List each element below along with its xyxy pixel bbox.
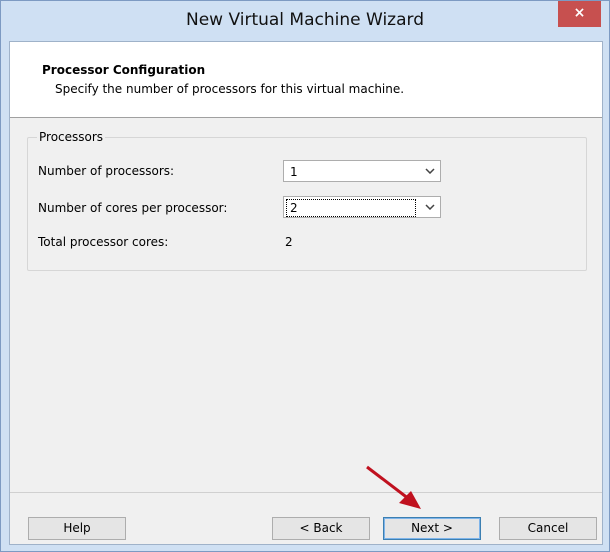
num-processors-value: 1 <box>290 165 298 179</box>
help-button[interactable]: Help <box>28 517 126 540</box>
chevron-down-icon[interactable] <box>420 161 440 181</box>
close-icon: × <box>573 5 586 21</box>
cores-per-processor-value: 2 <box>286 199 416 217</box>
wizard-body: Processor Configuration Specify the numb… <box>9 41 603 545</box>
wizard-window: New Virtual Machine Wizard × Processor C… <box>0 0 610 552</box>
processors-group-label: Processors <box>37 130 106 144</box>
next-button[interactable]: Next > <box>383 517 481 540</box>
window-title: New Virtual Machine Wizard <box>186 10 424 30</box>
chevron-down-icon[interactable] <box>420 197 440 217</box>
cancel-button[interactable]: Cancel <box>499 517 597 540</box>
wizard-header: Processor Configuration Specify the numb… <box>10 42 602 118</box>
close-button[interactable]: × <box>558 1 601 27</box>
page-title: Processor Configuration <box>42 63 206 77</box>
title-bar: New Virtual Machine Wizard × <box>1 1 609 41</box>
back-button[interactable]: < Back <box>272 517 370 540</box>
page-subtitle: Specify the number of processors for thi… <box>55 82 405 96</box>
num-processors-label: Number of processors: <box>38 164 175 178</box>
cores-per-processor-select[interactable]: 2 <box>283 196 441 218</box>
footer-divider <box>10 492 602 493</box>
cores-per-processor-label: Number of cores per processor: <box>38 201 228 215</box>
total-cores-label: Total processor cores: <box>38 235 169 249</box>
num-processors-select[interactable]: 1 <box>283 160 441 182</box>
total-cores-value: 2 <box>285 235 293 249</box>
